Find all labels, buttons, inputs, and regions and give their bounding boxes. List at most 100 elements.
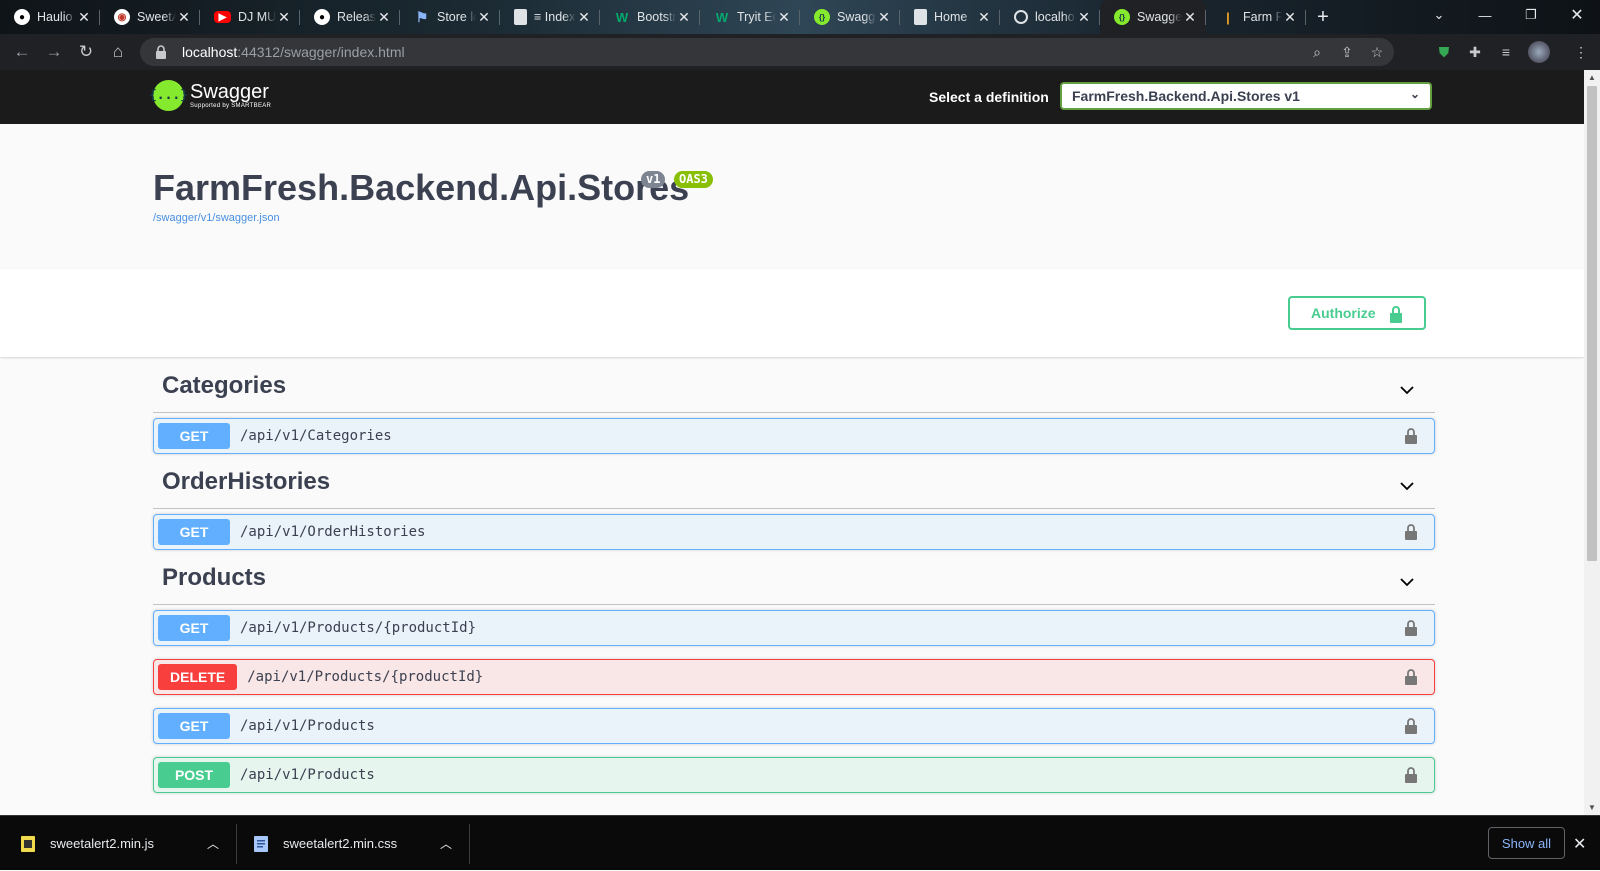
close-icon[interactable]: ✕ — [776, 9, 792, 25]
flag-icon: ⚑ — [415, 8, 429, 25]
tab-sweetalert[interactable]: ◉ SweetAlert✕ — [100, 0, 200, 34]
swagger-icon: {} — [814, 9, 830, 25]
tab-title: SweetAlert — [137, 10, 176, 24]
definition-select[interactable]: FarmFresh.Backend.Api.Stores v1 ⌄ — [1060, 82, 1432, 110]
extensions-puzzle-icon[interactable]: ✚ — [1466, 43, 1484, 61]
profile-avatar[interactable] — [1528, 41, 1550, 63]
farm-icon: | — [1226, 9, 1230, 25]
tab-dj-music[interactable]: ▶ DJ MUSIC✕ — [200, 0, 300, 34]
sweetalert-icon: ◉ — [114, 9, 130, 25]
op-get-categories[interactable]: GET /api/v1/Categories — [153, 418, 1435, 454]
lock-icon — [156, 45, 166, 59]
address-toolbar: ← → ↻ ⌂ localhost:44312/swagger/index.ht… — [0, 34, 1600, 70]
reload-icon[interactable]: ↻ — [70, 36, 102, 68]
download-filename: sweetalert2.min.js — [50, 836, 155, 851]
tab-title: Haulio — [37, 10, 73, 24]
tab-home[interactable]: Home ✕ — [900, 0, 1000, 34]
tag-orderhistories[interactable]: OrderHistories — [153, 454, 1435, 509]
scheme-container: Authorize — [0, 269, 1584, 357]
tab-farm-fresh[interactable]: | Farm Fresh✕ — [1206, 0, 1306, 34]
op-path: /api/v1/Categories — [240, 428, 392, 444]
close-icon[interactable]: ✕ — [976, 9, 992, 25]
close-icon[interactable]: ✕ — [276, 9, 292, 25]
window-close-icon[interactable]: ✕ — [1554, 0, 1600, 30]
minimize-icon[interactable]: — — [1462, 0, 1508, 30]
tab-bootstrap[interactable]: W Bootstrap✕ — [600, 0, 700, 34]
github-icon: ● — [314, 9, 330, 25]
url-text: localhost:44312/swagger/index.html — [182, 44, 405, 60]
op-get-product-by-id[interactable]: GET /api/v1/Products/{productId} — [153, 610, 1435, 646]
css-file-icon — [254, 835, 268, 852]
address-bar[interactable]: localhost:44312/swagger/index.html ⌕ ⇪ ☆ — [140, 38, 1394, 66]
media-queue-icon[interactable]: ≡ — [1497, 43, 1515, 61]
tag-products[interactable]: Products — [153, 550, 1435, 605]
chevron-down-icon: ⌄ — [1409, 87, 1420, 101]
close-icon[interactable]: ✕ — [676, 9, 692, 25]
close-icon[interactable]: ✕ — [76, 9, 92, 25]
tab-localhost[interactable]: localhost✕ — [1000, 0, 1100, 34]
op-delete-product[interactable]: DELETE /api/v1/Products/{productId} — [153, 659, 1435, 695]
scroll-down-icon[interactable]: ▼ — [1588, 803, 1596, 812]
op-path: /api/v1/Products — [240, 718, 375, 734]
tab-index[interactable]: ≡ Index ✕ — [500, 0, 600, 34]
tab-title: Store locator — [437, 10, 476, 24]
close-icon[interactable]: ✕ — [1076, 9, 1092, 25]
browser-menu-icon[interactable]: ⋮ — [1572, 43, 1590, 61]
lock-icon[interactable] — [1404, 669, 1418, 685]
close-icon[interactable]: ✕ — [1573, 834, 1586, 854]
op-get-orderhistories[interactable]: GET /api/v1/OrderHistories — [153, 514, 1435, 550]
close-icon[interactable]: ✕ — [876, 9, 892, 25]
tab-search-icon[interactable]: ⌄ — [1416, 0, 1462, 30]
op-get-products[interactable]: GET /api/v1/Products — [153, 708, 1435, 744]
show-all-button[interactable]: Show all — [1488, 827, 1565, 859]
tab-tryit[interactable]: W Tryit Editor✕ — [700, 0, 800, 34]
op-post-products[interactable]: POST /api/v1/Products — [153, 757, 1435, 793]
home-icon[interactable]: ⌂ — [102, 36, 134, 68]
close-icon[interactable]: ✕ — [176, 9, 192, 25]
tab-swagger-active[interactable]: {} Swagger UI✕ — [1100, 0, 1206, 34]
new-tab-icon[interactable]: + — [1306, 0, 1340, 34]
url-path: :44312/swagger/index.html — [237, 44, 405, 60]
shield-extension-icon[interactable]: ⛊ — [1435, 43, 1453, 61]
download-item-css[interactable]: sweetalert2.min.css ︿ — [253, 816, 453, 871]
close-icon[interactable]: ✕ — [376, 9, 392, 25]
chevron-down-icon — [1400, 386, 1414, 395]
share-icon[interactable]: ⇪ — [1338, 43, 1356, 61]
chevron-up-icon[interactable]: ︿ — [207, 835, 219, 852]
zoom-icon[interactable]: ⌕ — [1308, 43, 1326, 61]
close-icon[interactable]: ✕ — [576, 9, 592, 25]
lock-icon[interactable] — [1404, 428, 1418, 444]
tag-categories[interactable]: Categories — [153, 357, 1435, 413]
download-item-js[interactable]: sweetalert2.min.js ︿ — [20, 816, 220, 871]
tab-title: Swagger UI — [837, 10, 876, 24]
back-icon[interactable]: ← — [6, 36, 38, 68]
method-badge: POST — [158, 762, 230, 788]
tab-title: Releases — [337, 10, 376, 24]
tab-title: Swagger UI — [1137, 10, 1182, 24]
restore-icon[interactable]: ❐ — [1508, 0, 1554, 30]
lock-icon[interactable] — [1404, 524, 1418, 540]
close-icon[interactable]: ✕ — [1182, 9, 1198, 25]
scroll-up-icon[interactable]: ▲ — [1588, 73, 1596, 82]
scrollbar-thumb[interactable] — [1587, 86, 1597, 561]
forward-icon[interactable]: → — [38, 36, 70, 68]
bookmark-star-icon[interactable]: ☆ — [1368, 43, 1386, 61]
spec-json-link[interactable]: /swagger/v1/swagger.json — [153, 212, 280, 224]
document-icon — [514, 9, 527, 25]
page-scrollbar[interactable]: ▲ ▼ — [1584, 70, 1600, 815]
chevron-up-icon[interactable]: ︿ — [440, 835, 452, 852]
close-icon[interactable]: ✕ — [476, 9, 492, 25]
authorize-button[interactable]: Authorize — [1288, 296, 1426, 330]
close-icon[interactable]: ✕ — [1282, 9, 1298, 25]
tab-haulio[interactable]: ● Haulio ✕ — [0, 0, 100, 34]
tab-store-locator[interactable]: ⚑ Store locator✕ — [400, 0, 500, 34]
tab-swagger-1[interactable]: {} Swagger UI✕ — [800, 0, 900, 34]
lock-icon[interactable] — [1404, 718, 1418, 734]
tab-title: Home — [934, 10, 968, 24]
lock-icon[interactable] — [1404, 620, 1418, 636]
lock-icon[interactable] — [1404, 767, 1418, 783]
swagger-logo[interactable]: {...} Swagger Supported by SMARTBEAR — [149, 80, 271, 111]
tab-releases[interactable]: ● Releases✕ — [300, 0, 400, 34]
tag-name: OrderHistories — [162, 468, 331, 495]
document-icon — [914, 9, 927, 25]
